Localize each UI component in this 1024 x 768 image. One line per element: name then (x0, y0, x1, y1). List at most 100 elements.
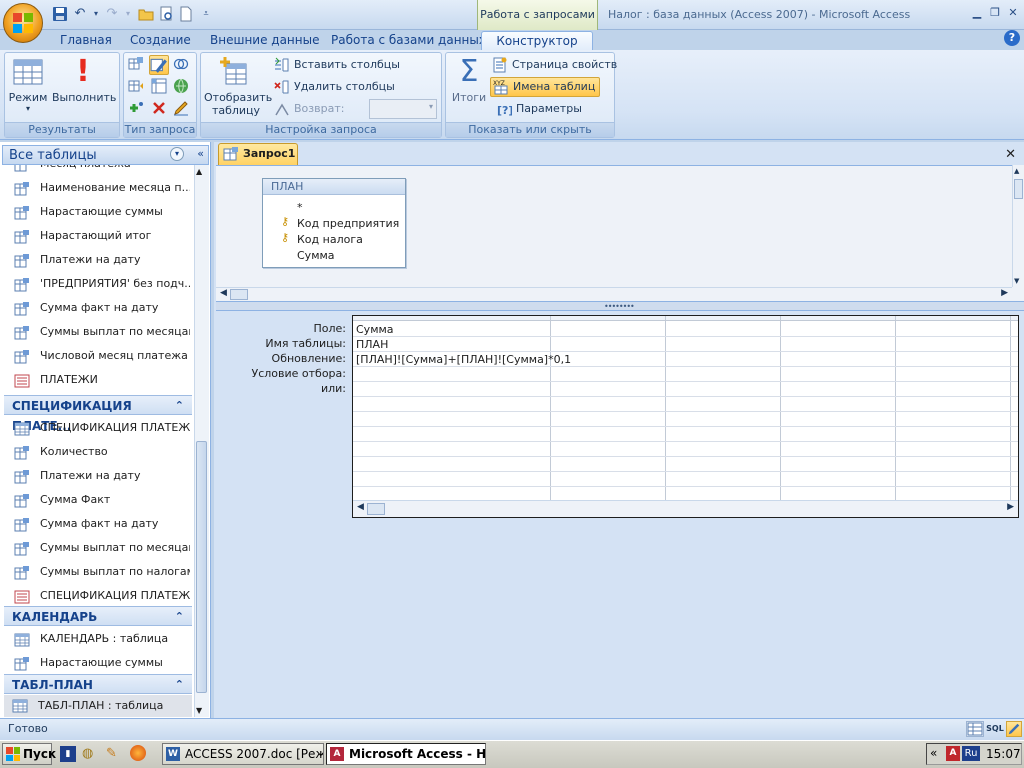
nav-item[interactable]: ТАБЛ-ПЛАН : таблица (4, 695, 192, 717)
table-pane-hscroll[interactable]: ◀ ▶ (216, 287, 1012, 301)
delete-query-icon[interactable] (151, 100, 167, 116)
nav-item[interactable]: Суммы выплат по месяцам (6, 320, 190, 344)
nav-item[interactable]: Сумма Факт (6, 488, 190, 512)
query-tab[interactable]: Запрос1 (218, 143, 298, 165)
crosstab-query-icon[interactable] (151, 78, 167, 94)
cell-update-col1[interactable]: [ПЛАН]![Сумма]+[ПЛАН]![Сумма]*0,1 (356, 353, 571, 366)
save-icon[interactable] (52, 6, 68, 22)
nav-scrollbar[interactable]: ▲ ▼ (194, 165, 209, 717)
delete-columns-button[interactable]: Удалить столбцы (274, 77, 395, 97)
nav-group-header[interactable]: СПЕЦИФИКАЦИЯ ПЛАТЕ... ⌃ (4, 395, 192, 433)
tab-home[interactable]: Главная (50, 31, 122, 51)
cell-field-col1[interactable]: Сумма (356, 323, 394, 336)
table-field-list[interactable]: ПЛАН * ⚷ Код предприятия ⚷ Код налога Су… (262, 178, 406, 268)
nav-item[interactable]: Сумма факт на дату (6, 512, 190, 536)
undo-icon[interactable]: ↶ (72, 6, 88, 22)
nav-menu-chevron-icon[interactable]: ▾ (170, 147, 184, 161)
update-query-icon[interactable] (149, 55, 169, 75)
nav-item[interactable]: Количество (6, 440, 190, 464)
close-query-icon[interactable]: ✕ (1005, 147, 1016, 162)
parameters-button[interactable]: [?] Параметры (496, 99, 582, 119)
nav-group-header[interactable]: КАЛЕНДАРЬ ⌃ (4, 606, 192, 626)
restore-icon[interactable]: ❐ (986, 5, 1004, 21)
scroll-right-icon[interactable]: ▶ (1001, 288, 1008, 298)
scroll-left-icon[interactable]: ◀ (357, 502, 364, 512)
grid-hscroll[interactable]: ◀ ▶ (353, 500, 1018, 517)
pass-through-query-icon[interactable] (173, 78, 189, 94)
mode-button[interactable]: Режим ▾ (6, 56, 50, 113)
chevron-down-icon[interactable]: ▾ (88, 6, 104, 22)
tray-app-icon[interactable]: A (946, 746, 960, 761)
nav-item[interactable]: Суммы выплат по месяцам (6, 536, 190, 560)
nav-item[interactable]: Платежи на дату (6, 464, 190, 488)
nav-item[interactable]: ПЛАТЕЖИ (6, 368, 190, 392)
collapse-group-icon[interactable]: ⌃ (175, 396, 184, 416)
open-folder-icon[interactable] (138, 6, 154, 22)
start-button[interactable]: Пуск (2, 743, 56, 765)
minimize-icon[interactable]: ▁ (968, 5, 986, 21)
run-button[interactable]: ! Выполнить (52, 56, 116, 105)
data-definition-query-icon[interactable] (173, 100, 189, 116)
table-pane-vscroll[interactable]: ▲ ▼ (1012, 165, 1024, 287)
nav-item[interactable]: Наименование месяца п... (6, 176, 190, 200)
tab-design[interactable]: Конструктор (481, 31, 593, 51)
cell-table-col1[interactable]: ПЛАН (356, 338, 388, 351)
close-icon[interactable]: ✕ (1004, 5, 1022, 21)
field-all[interactable]: * (297, 201, 303, 214)
scroll-up-icon[interactable]: ▲ (1014, 167, 1019, 175)
nav-item[interactable]: Суммы выплат по налогам (6, 560, 190, 584)
table-names-button[interactable]: XYZ Имена таблиц (490, 77, 601, 97)
nav-item[interactable]: 'ПРЕДПРИЯТИЯ' без подч... (6, 272, 190, 296)
language-indicator[interactable]: Ru (962, 746, 980, 761)
customize-qat-icon[interactable]: ⩡ (198, 6, 214, 22)
design-view-icon[interactable] (1006, 721, 1022, 737)
pane-splitter[interactable]: •••••••• (216, 301, 1024, 311)
nav-scroll-thumb[interactable] (196, 441, 207, 693)
sql-view-button[interactable]: SQL (986, 721, 1004, 737)
insert-columns-button[interactable]: Вставить столбцы (274, 55, 400, 75)
nav-item[interactable]: Сумма факт на дату (6, 296, 190, 320)
nav-item[interactable]: КАЛЕНДАРЬ : таблица (6, 627, 190, 651)
taskbar-access-button[interactable]: A Microsoft Access - На... (326, 743, 486, 765)
hscroll-thumb[interactable] (367, 503, 385, 515)
scroll-down-icon[interactable]: ▼ (196, 706, 202, 715)
tab-create[interactable]: Создание (120, 31, 201, 51)
nav-item[interactable]: Числовой месяц платежа (6, 344, 190, 368)
nav-item[interactable]: Платежи на дату (6, 248, 190, 272)
new-document-icon[interactable] (178, 6, 194, 22)
nav-item[interactable]: Нарастающие суммы (6, 651, 190, 675)
select-query-icon[interactable] (128, 56, 144, 72)
taskbar-word-button[interactable]: W ACCESS 2007.doc [Режи... (162, 743, 324, 765)
collapse-group-icon[interactable]: ⌃ (175, 607, 184, 627)
nav-item[interactable]: СПЕЦИФИКАЦИЯ ПЛАТЕЖ... (6, 584, 190, 608)
column-selector-row[interactable] (353, 316, 1018, 321)
nav-item[interactable]: СПЕЦИФИКАЦИЯ ПЛАТЕЖ... (6, 416, 190, 440)
field-tax-code[interactable]: Код налога (297, 233, 363, 246)
nav-header[interactable]: Все таблицы ▾ « (2, 145, 209, 165)
nav-item[interactable]: Нарастающий итог (6, 224, 190, 248)
field-company-code[interactable]: Код предприятия (297, 217, 399, 230)
nav-item[interactable]: Нарастающие суммы (6, 200, 190, 224)
show-table-button[interactable]: Отобразить таблицу (204, 56, 272, 117)
totals-button[interactable]: Σ Итоги (449, 56, 489, 105)
datasheet-view-icon[interactable] (966, 721, 984, 737)
union-query-icon[interactable] (173, 56, 189, 72)
nav-group-header[interactable]: ТАБЛ-ПЛАН ⌃ (4, 674, 192, 694)
append-query-icon[interactable] (128, 100, 144, 116)
vscroll-thumb[interactable] (1014, 179, 1023, 199)
tab-database-tools[interactable]: Работа с базами данных (321, 31, 496, 51)
hscroll-thumb[interactable] (230, 289, 248, 300)
make-table-query-icon[interactable] (128, 78, 144, 94)
tab-external-data[interactable]: Внешние данные (200, 31, 329, 51)
firefox-icon[interactable] (130, 745, 146, 761)
design-grid[interactable]: Сумма ПЛАН [ПЛАН]![Сумма]+[ПЛАН]![Сумма]… (352, 315, 1019, 518)
collapse-group-icon[interactable]: ⌃ (175, 675, 184, 695)
help-icon[interactable]: ? (1004, 30, 1020, 46)
scroll-down-icon[interactable]: ▼ (1014, 277, 1019, 285)
quick-launch-app-icon[interactable]: ▮ (60, 746, 76, 762)
scroll-up-icon[interactable]: ▲ (196, 167, 202, 176)
property-sheet-button[interactable]: Страница свойств (492, 55, 617, 75)
tray-expand-icon[interactable]: « (930, 746, 937, 760)
collapse-pane-icon[interactable]: « (197, 147, 204, 160)
scroll-left-icon[interactable]: ◀ (220, 288, 227, 298)
